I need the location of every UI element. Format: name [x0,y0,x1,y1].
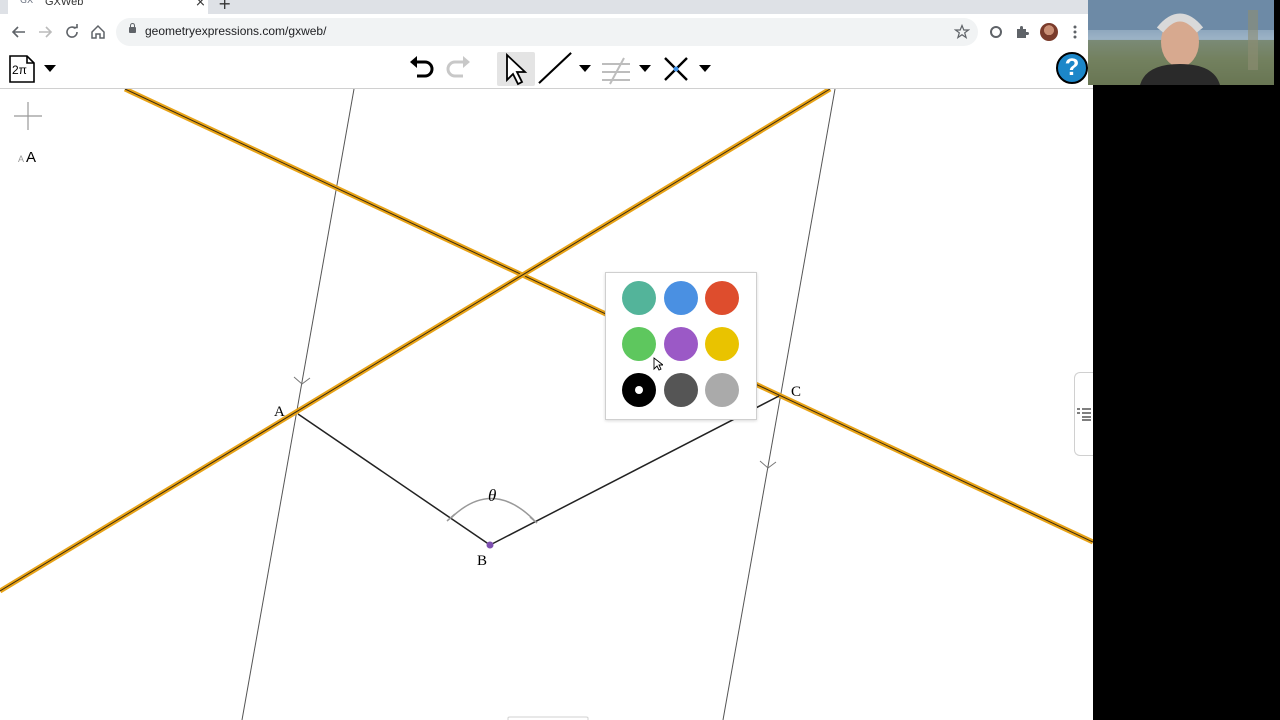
intersection-tool-icon[interactable] [661,52,691,86]
color-swatch-purple[interactable] [664,327,698,361]
mouse-cursor-icon [653,357,663,371]
selected-indicator-icon [635,386,643,394]
browser-window: GX GXWeb × + geometryexpressions.com/gxw… [0,0,1093,720]
file-label: 2π [12,63,27,77]
presenter-video-icon [1088,0,1274,85]
text-tool-small-a[interactable]: A [18,154,24,164]
redo-icon [446,56,470,78]
color-palette-popup [605,272,757,420]
color-swatch-light-gray[interactable] [705,373,739,407]
construction-line-left[interactable] [241,89,355,720]
url-text: geometryexpressions.com/gxweb/ [145,24,327,38]
color-swatch-red[interactable] [705,281,739,315]
address-bar[interactable]: geometryexpressions.com/gxweb/ [116,18,978,46]
color-swatch-black[interactable] [622,373,656,407]
color-swatch-yellow[interactable] [705,327,739,361]
back-button[interactable] [9,22,29,42]
text-tool-large-a[interactable]: A [26,149,36,166]
browser-tab[interactable]: GX GXWeb × [8,0,208,14]
star-icon[interactable] [954,24,970,40]
color-swatch-teal[interactable] [622,281,656,315]
forward-arrow-icon [39,26,53,38]
reload-icon [66,24,78,38]
color-swatch-blue[interactable] [664,281,698,315]
tab-title: GXWeb [45,0,84,8]
color-swatch-green[interactable] [622,327,656,361]
help-label: ? [1059,55,1085,81]
line-tool-dropdown-caret[interactable] [579,65,591,72]
right-panel-toggle[interactable] [1074,372,1093,456]
constrain-tool-icon[interactable] [600,52,634,86]
list-icon [1077,408,1091,421]
point-tool-icon[interactable] [14,102,42,130]
undo-icon[interactable] [405,52,437,86]
select-tool-button[interactable] [497,52,535,86]
geometry-canvas[interactable]: A B C θ A A [0,89,1093,720]
profile-avatar[interactable] [1040,23,1058,41]
file-menu-button[interactable]: 2π [8,54,36,84]
forward-button[interactable] [35,22,55,42]
help-button[interactable]: ? [1056,52,1088,84]
segment-ab[interactable] [297,413,491,546]
point-label-a: A [274,404,285,420]
reload-button[interactable] [62,22,82,42]
webcam-overlay [1088,0,1274,85]
line-tool-icon[interactable] [536,51,576,85]
home-icon [91,24,105,39]
select-arrow-icon [506,52,528,86]
angle-label-theta: θ [488,486,496,505]
point-b[interactable] [486,541,494,549]
back-arrow-icon [11,26,25,38]
extension-circle-icon[interactable] [989,25,1003,39]
favicon-icon: GX [20,0,34,6]
constrain-tool-dropdown-caret[interactable] [639,65,651,72]
kebab-menu-icon[interactable] [1072,24,1078,40]
point-label-b: B [477,553,487,569]
new-tab-button[interactable]: + [218,0,231,13]
intersection-tool-dropdown-caret[interactable] [699,65,711,72]
lock-icon [129,23,136,33]
point-label-c: C [791,384,801,400]
tab-strip: GX GXWeb × + [0,0,1093,14]
app-toolbar: 2π ? [0,50,1093,89]
color-swatch-dark-gray[interactable] [664,373,698,407]
file-dropdown-caret[interactable] [44,65,56,72]
navigation-bar: geometryexpressions.com/gxweb/ [0,14,1093,51]
tab-close-button[interactable]: × [195,0,206,10]
home-button[interactable] [88,22,108,42]
puzzle-icon[interactable] [1015,25,1029,39]
